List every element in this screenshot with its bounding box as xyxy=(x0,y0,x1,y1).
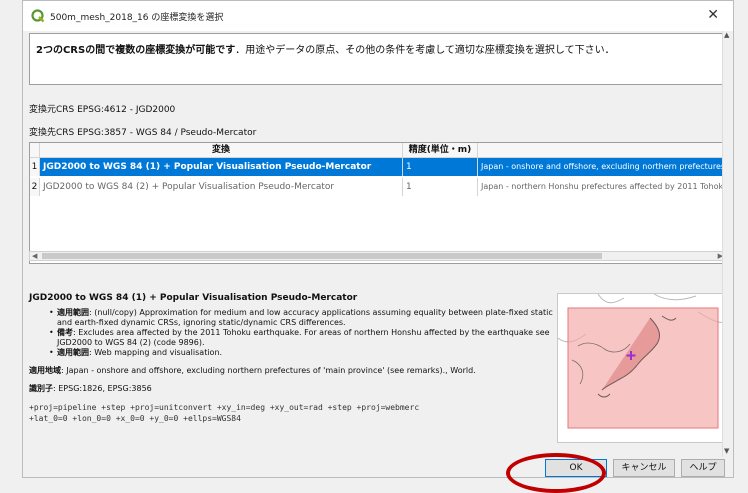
scroll-left-icon[interactable]: ◀ xyxy=(32,252,37,260)
scroll-up-icon[interactable]: ▲ xyxy=(724,31,729,39)
transform-table: 変換 精度(単位・m) 1 JGD2000 to WGS 84 (1) + Po… xyxy=(29,142,727,264)
description-box: 2つのCRSの間で複数の座標変換が可能です．用途やデータの原点、その他の条件を考… xyxy=(29,33,725,85)
transform-details: JGD2000 to WGS 84 (1) + Popular Visualis… xyxy=(29,293,561,424)
table-row[interactable]: 1 JGD2000 to WGS 84 (1) + Popular Visual… xyxy=(30,158,726,176)
row-number: 1 xyxy=(30,158,40,176)
id-label: 識別子 xyxy=(29,384,53,393)
transform-name: JGD2000 to WGS 84 (2) + Popular Visualis… xyxy=(40,178,403,196)
scroll-down-icon[interactable]: ▼ xyxy=(724,447,729,455)
scroll-thumb[interactable] xyxy=(42,253,602,259)
table-row[interactable]: 2 JGD2000 to WGS 84 (2) + Popular Visual… xyxy=(30,178,726,196)
source-crs-label: 変換元CRS EPSG:4612 - JGD2000 xyxy=(29,105,176,115)
column-header-transform[interactable]: 変換 xyxy=(40,143,403,157)
area-of-use: 適用地域: Japan - onshore and offshore, excl… xyxy=(29,366,561,376)
scope-label: 適用範囲 xyxy=(57,348,89,357)
area-map xyxy=(557,293,725,443)
description-text: ．用途やデータの原点、その他の条件を考慮して適切な座標変換を選択して下さい． xyxy=(235,45,615,56)
list-item: 適用範囲: Web mapping and visualisation. xyxy=(49,348,561,358)
list-item: 備考: Excludes area affected by the 2011 T… xyxy=(49,328,561,348)
transform-name: JGD2000 to WGS 84 (1) + Popular Visualis… xyxy=(40,158,403,176)
dest-crs-label: 変換先CRS EPSG:3857 - WGS 84 / Pseudo-Merca… xyxy=(29,128,257,138)
remarks-text: : Excludes area affected by the 2011 Toh… xyxy=(57,328,550,347)
transform-area: Japan - onshore and offshore, excluding … xyxy=(478,158,726,176)
window-title: 500m_mesh_2018_16 の座標変換を選択 xyxy=(50,12,224,23)
details-list: 適用範囲: (null/copy) Approximation for medi… xyxy=(49,308,561,358)
column-header-area[interactable] xyxy=(478,143,726,157)
details-heading: JGD2000 to WGS 84 (1) + Popular Visualis… xyxy=(29,293,358,303)
scope-text: : (null/copy) Approximation for medium a… xyxy=(57,308,553,327)
cancel-button[interactable]: キャンセル xyxy=(613,459,675,477)
list-item: 適用範囲: (null/copy) Approximation for medi… xyxy=(49,308,561,328)
highlight-ring xyxy=(506,453,606,493)
close-icon[interactable]: ✕ xyxy=(707,8,719,22)
transform-area: Japan - northern Honshu prefectures affe… xyxy=(481,182,726,191)
dialog-window: 500m_mesh_2018_16 の座標変換を選択 ✕ 2つのCRSの間で複数… xyxy=(22,0,734,478)
dialog-vertical-scrollbar[interactable]: ▲ ▼ xyxy=(722,31,733,457)
area-text: : Japan - onshore and offshore, excludin… xyxy=(61,366,476,375)
transform-accuracy: 1 xyxy=(403,178,478,196)
qgis-logo-icon xyxy=(31,9,45,23)
area-of-use-rect xyxy=(567,307,719,429)
transform-accuracy: 1 xyxy=(403,158,478,176)
help-button[interactable]: ヘルプ xyxy=(681,459,725,477)
proj-line: +proj=pipeline +step +proj=unitconvert +… xyxy=(29,403,420,412)
title-bar: 500m_mesh_2018_16 の座標変換を選択 ✕ xyxy=(23,1,733,31)
table-horizontal-scrollbar[interactable]: ◀ ▶ xyxy=(29,251,727,261)
table-header: 変換 精度(単位・m) xyxy=(30,143,726,158)
scope-label: 適用範囲 xyxy=(57,308,89,317)
proj-string: +proj=pipeline +step +proj=unitconvert +… xyxy=(29,402,561,424)
remarks-label: 備考 xyxy=(57,328,73,337)
area-label: 適用地域 xyxy=(29,366,61,375)
identifiers: 識別子: EPSG:1826, EPSG:3856 xyxy=(29,384,561,394)
row-number: 2 xyxy=(30,178,40,196)
proj-line: +lat_0=0 +lon_0=0 +x_0=0 +y_0=0 +ellps=W… xyxy=(29,414,241,423)
description-bold: 2つのCRSの間で複数の座標変換が可能です xyxy=(36,45,236,56)
map-graphic xyxy=(558,294,724,442)
id-text: : EPSG:1826, EPSG:3856 xyxy=(53,384,152,393)
header-corner xyxy=(30,143,40,157)
scope-text: : Web mapping and visualisation. xyxy=(89,348,223,357)
column-header-accuracy[interactable]: 精度(単位・m) xyxy=(403,143,478,157)
